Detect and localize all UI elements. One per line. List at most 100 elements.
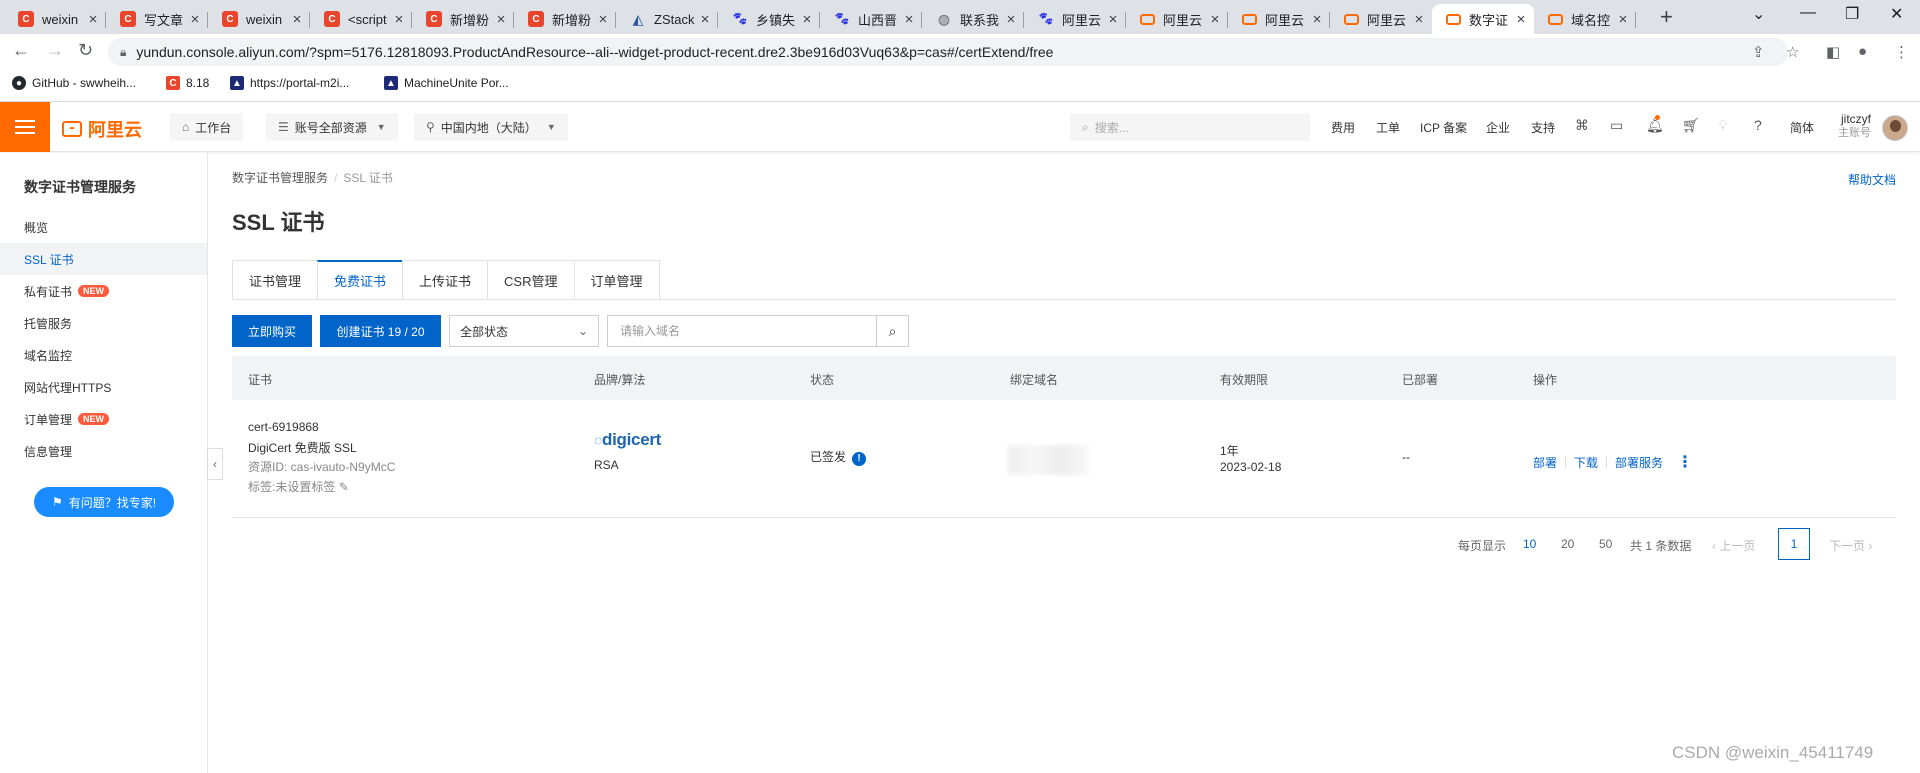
sidebar-item-hosting[interactable]: 托管服务 — [0, 307, 207, 339]
terminal-icon[interactable]: ▭ — [1610, 117, 1623, 134]
close-window-button[interactable]: ✕ — [1890, 4, 1903, 24]
workbench-button[interactable]: ⌂ 工作台 — [170, 113, 244, 141]
browser-tab[interactable]: 阿里云 × — [1126, 4, 1228, 34]
domain-search-input[interactable] — [607, 315, 877, 347]
app-icon[interactable]: ⌘ — [1575, 117, 1589, 134]
page-size-10[interactable]: 10 — [1523, 537, 1536, 551]
close-tab-icon[interactable]: × — [1208, 11, 1222, 28]
url-field[interactable]: 🔒︎ yundun.console.aliyun.com/?spm=5176.1… — [108, 38, 1788, 66]
browser-tab[interactable]: 阿里云 × — [1228, 4, 1330, 34]
header-link-tickets[interactable]: 工单 — [1376, 119, 1400, 136]
download-link[interactable]: 下载 — [1574, 454, 1598, 471]
share-icon[interactable]: ⇪ — [1752, 43, 1765, 61]
browser-tab[interactable]: C <script × — [310, 4, 412, 34]
expert-help-button[interactable]: ⚑ 有问题？找专家! — [34, 487, 174, 517]
user-info[interactable]: jitczyf 主账号 — [1838, 112, 1871, 140]
forward-icon[interactable]: → — [46, 40, 64, 61]
close-tab-icon[interactable]: × — [1004, 11, 1018, 28]
browser-tab[interactable]: 🐾︎ 乡镇失 × — [718, 4, 820, 34]
close-tab-icon[interactable]: × — [1310, 11, 1324, 28]
browser-tab[interactable]: Cweixin × — [4, 4, 106, 34]
tab-search-icon[interactable]: ⌄ — [1752, 4, 1765, 24]
status-select[interactable]: 全部状态 ⌄ — [449, 315, 599, 347]
console-search-input[interactable]: ⌕ 搜索... — [1070, 113, 1310, 141]
cert-tag[interactable]: 标签:未设置标签 ✎ — [248, 478, 349, 495]
avatar[interactable] — [1882, 115, 1908, 141]
minimize-button[interactable]: — — [1800, 4, 1816, 22]
deploy-link[interactable]: 部署 — [1533, 454, 1557, 471]
browser-tab[interactable]: C 新增粉 × — [412, 4, 514, 34]
next-page-button[interactable]: 下一页 › — [1829, 537, 1872, 554]
bookmark-portal[interactable]: ▲ https://portal-m2i... — [230, 76, 349, 90]
header-link-fees[interactable]: 费用 — [1331, 119, 1355, 136]
prev-page-button[interactable]: ‹ 上一页 — [1712, 537, 1755, 554]
sidebar-item-overview[interactable]: 概览 — [0, 211, 207, 243]
deploy-service-link[interactable]: 部署服务 — [1615, 454, 1663, 471]
reload-icon[interactable]: ↻ — [78, 40, 93, 61]
buy-now-button[interactable]: 立即购买 — [232, 315, 312, 347]
sidebar-item-info[interactable]: 信息管理 — [0, 435, 207, 467]
bookmark-github[interactable]: ● GitHub - swwheih... — [12, 76, 136, 90]
sidebar-item-orders[interactable]: 订单管理 NEW — [0, 403, 207, 435]
sidebar-item-domain-monitor[interactable]: 域名监控 — [0, 339, 207, 371]
back-icon[interactable]: ← — [12, 40, 30, 61]
tab-cert-management[interactable]: 证书管理 — [232, 260, 318, 300]
bulb-icon[interactable]: 💡︎ — [1718, 117, 1728, 134]
language-switch[interactable]: 简体 — [1790, 119, 1814, 136]
page-size-50[interactable]: 50 — [1599, 537, 1612, 551]
close-tab-icon[interactable]: × — [86, 11, 100, 28]
browser-tab[interactable]: 🐾︎ 阿里云 × — [1024, 4, 1126, 34]
browser-tab[interactable]: C 写文章 × — [106, 4, 208, 34]
close-tab-icon[interactable]: × — [1412, 11, 1426, 28]
sidebar-item-https-proxy[interactable]: 网站代理HTTPS — [0, 371, 207, 403]
more-actions-icon[interactable]: ⋮ — [1677, 452, 1693, 472]
region-dropdown[interactable]: ⚲ 中国内地（大陆） ▼ — [414, 113, 568, 141]
tab-csr[interactable]: CSR管理 — [487, 260, 574, 300]
info-icon[interactable]: ! — [852, 452, 867, 466]
bookmark-machineunite[interactable]: ▲ MachineUnite Por... — [384, 76, 509, 90]
close-tab-icon[interactable]: × — [188, 11, 202, 28]
close-tab-icon[interactable]: × — [596, 11, 610, 28]
browser-tab[interactable]: 数字证 × — [1432, 4, 1534, 34]
sidebar-item-private-cert[interactable]: 私有证书 NEW — [0, 275, 207, 307]
close-tab-icon[interactable]: × — [698, 11, 712, 28]
browser-tab[interactable]: ◭ ZStack × — [616, 4, 718, 34]
page-size-20[interactable]: 20 — [1561, 537, 1574, 551]
profile-icon[interactable]: ● — [1858, 43, 1867, 60]
cart-icon[interactable]: 🛒︎ — [1682, 117, 1700, 134]
new-tab-button[interactable]: + — [1660, 4, 1673, 30]
close-tab-icon[interactable]: × — [1616, 11, 1630, 28]
browser-tab[interactable]: 🐾︎ 山西晋 × — [820, 4, 922, 34]
browser-tab[interactable]: Cweixin × — [208, 4, 310, 34]
page-1-button[interactable]: 1 — [1778, 528, 1810, 560]
account-resources-dropdown[interactable]: ☰ 账号全部资源 ▼ — [266, 113, 398, 141]
browser-tab[interactable]: C 新增粉 × — [514, 4, 616, 34]
create-cert-button[interactable]: 创建证书 19 / 20 — [320, 315, 441, 347]
bookmark-star-icon[interactable]: ☆ — [1786, 43, 1799, 61]
bookmark-csdn[interactable]: C 8.18 — [166, 76, 209, 90]
bell-icon[interactable]: 🔔︎ — [1646, 115, 1664, 134]
sidebar-collapse-button[interactable]: ‹ — [207, 448, 223, 480]
tab-free-cert[interactable]: 免费证书 — [317, 260, 403, 300]
tab-orders[interactable]: 订单管理 — [573, 260, 660, 300]
restore-button[interactable]: ❐ — [1845, 4, 1859, 24]
side-panel-icon[interactable]: ◧ — [1826, 43, 1840, 61]
help-icon[interactable]: ? — [1754, 117, 1762, 133]
menu-hamburger-icon[interactable] — [0, 102, 50, 152]
aliyun-logo[interactable]: - 阿里云 — [62, 116, 142, 142]
breadcrumb-item[interactable]: 数字证书管理服务 — [232, 171, 328, 185]
close-tab-icon[interactable]: × — [1106, 11, 1120, 28]
browser-tab[interactable]: 域名控 × — [1534, 4, 1636, 34]
header-link-icp[interactable]: ICP 备案 — [1420, 119, 1467, 136]
browser-tab[interactable]: ◍ 联系我 × — [922, 4, 1024, 34]
header-link-enterprise[interactable]: 企业 — [1486, 119, 1510, 136]
tab-upload-cert[interactable]: 上传证书 — [402, 260, 488, 300]
search-button[interactable]: ⌕ — [876, 315, 909, 347]
header-link-support[interactable]: 支持 — [1531, 119, 1555, 136]
menu-kebab-icon[interactable]: ⋮ — [1894, 43, 1909, 61]
help-doc-link[interactable]: 帮助文档 — [1848, 171, 1896, 188]
close-tab-icon[interactable]: × — [290, 11, 304, 28]
close-tab-icon[interactable]: × — [494, 11, 508, 28]
close-tab-icon[interactable]: × — [902, 11, 916, 28]
close-tab-icon[interactable]: × — [392, 11, 406, 28]
